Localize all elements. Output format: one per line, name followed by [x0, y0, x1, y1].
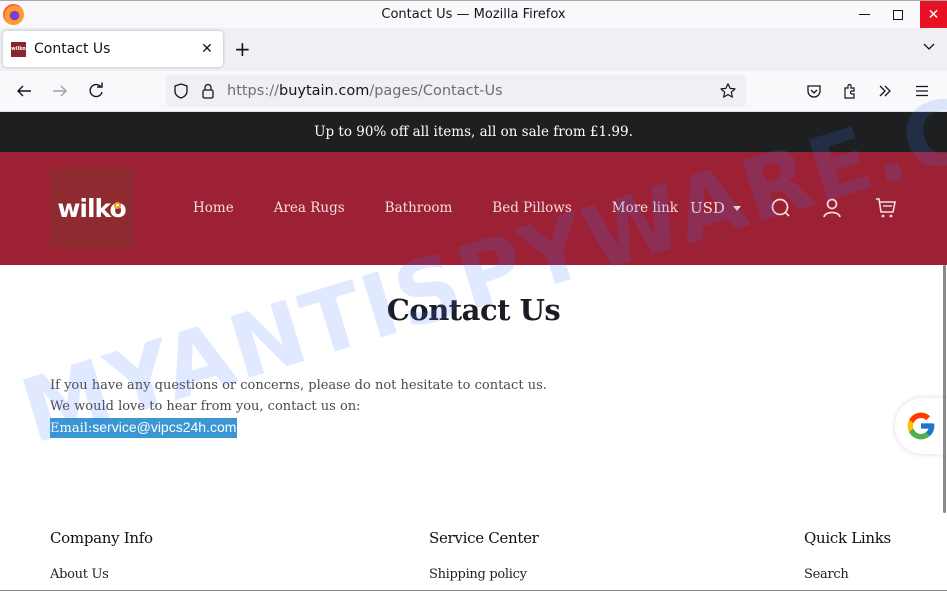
url-text[interactable]: https://buytain.com/pages/Contact-Us [227, 83, 503, 99]
hamburger-menu-icon [916, 85, 928, 97]
pocket-button[interactable] [803, 80, 825, 102]
contact-body: If you have any questions or concerns, p… [50, 375, 547, 439]
reload-button[interactable] [85, 80, 107, 102]
extensions-button[interactable] [839, 80, 861, 102]
contact-text-line-2: We would love to hear from you, contact … [50, 399, 361, 414]
window-controls: ✕ [847, 1, 947, 28]
tab-close-button[interactable]: ✕ [195, 41, 219, 57]
footer-column-company-info: Company Info About Us [50, 529, 153, 582]
nav-link-home[interactable]: Home [193, 200, 234, 216]
app-menu-button[interactable] [911, 80, 933, 102]
nav-link-bed-pillows[interactable]: Bed Pillows [492, 200, 572, 216]
footer-heading: Company Info [50, 529, 153, 547]
email-label: Email: [50, 421, 93, 436]
arrow-left-icon [17, 85, 31, 97]
list-all-tabs-button[interactable] [921, 38, 937, 54]
close-window-button[interactable]: ✕ [920, 1, 947, 28]
tab-label: Contact Us [34, 41, 111, 57]
maximize-button[interactable] [881, 1, 915, 28]
nav-link-area-rugs[interactable]: Area Rugs [274, 200, 345, 216]
nav-link-more[interactable]: More link [612, 200, 678, 216]
navigation-toolbar: https://buytain.com/pages/Contact-Us [0, 71, 947, 112]
url-scheme: https:// [227, 83, 279, 99]
announcement-text: Up to 90% off all items, all on sale fro… [314, 124, 633, 140]
tab-strip: wilko Contact Us ✕ + [0, 28, 947, 71]
page-scrollbar[interactable] [943, 265, 946, 513]
caret-down-icon [732, 205, 741, 211]
footer-heading: Quick Links [804, 529, 891, 547]
window-titlebar: Contact Us — Mozilla Firefox ✕ [0, 0, 947, 28]
nav-link-bathroom[interactable]: Bathroom [385, 200, 453, 216]
new-tab-button[interactable]: + [234, 37, 251, 61]
footer-column-service-center: Service Center Shipping policy [429, 529, 539, 582]
google-g-icon [907, 412, 935, 440]
logo-accent-dot [114, 202, 121, 209]
window-title: Contact Us — Mozilla Firefox [381, 7, 566, 22]
footer-column-quick-links: Quick Links Search [804, 529, 891, 582]
cart-icon[interactable] [874, 196, 898, 220]
site-header: wilko Home Area Rugs Bathroom Bed Pillow… [0, 152, 947, 265]
currency-selector[interactable]: USD [690, 199, 741, 217]
contact-text-line-1: If you have any questions or concerns, p… [50, 378, 547, 393]
email-address[interactable]: service@vipcs24h.com [92, 419, 236, 435]
lock-icon[interactable] [199, 82, 217, 100]
main-navigation: Home Area Rugs Bathroom Bed Pillows More… [193, 200, 718, 216]
url-host: buytain.com [278, 83, 370, 99]
web-page: Up to 90% off all items, all on sale fro… [0, 112, 947, 591]
site-favicon-icon: wilko [11, 41, 26, 57]
page-title: Contact Us [386, 293, 561, 327]
url-bar[interactable]: https://buytain.com/pages/Contact-Us [166, 75, 746, 107]
firefox-logo-icon [3, 4, 24, 25]
minimize-icon [858, 14, 870, 15]
search-icon[interactable] [769, 196, 793, 220]
double-chevron-right-icon [879, 85, 891, 97]
account-icon[interactable] [820, 196, 844, 220]
tracking-protection-shield-icon[interactable] [172, 82, 190, 100]
announcement-bar: Up to 90% off all items, all on sale fro… [0, 112, 947, 152]
footer-link-search[interactable]: Search [804, 567, 891, 582]
site-logo[interactable]: wilko [50, 167, 133, 249]
forward-button[interactable] [49, 80, 71, 102]
close-icon: ✕ [927, 6, 940, 23]
url-path: /pages/Contact-Us [369, 83, 503, 99]
puzzle-piece-icon [844, 83, 855, 99]
back-button[interactable] [13, 80, 35, 102]
main-content: Contact Us If you have any questions or … [0, 265, 947, 590]
reload-icon [89, 82, 103, 98]
tab-contact-us[interactable]: wilko Contact Us ✕ [3, 31, 223, 67]
footer-heading: Service Center [429, 529, 539, 547]
pocket-icon [807, 85, 821, 98]
bookmark-star-icon[interactable] [719, 82, 737, 100]
overflow-menu-button[interactable] [874, 80, 896, 102]
google-widget-button[interactable] [895, 398, 947, 454]
minimize-button[interactable] [847, 1, 881, 28]
email-line-selected[interactable]: Email:service@vipcs24h.com [50, 418, 238, 438]
maximize-icon [893, 9, 903, 20]
arrow-right-icon [53, 85, 67, 97]
footer-link-shipping-policy[interactable]: Shipping policy [429, 567, 539, 582]
footer-link-about-us[interactable]: About Us [50, 567, 153, 582]
currency-value: USD [690, 199, 725, 217]
